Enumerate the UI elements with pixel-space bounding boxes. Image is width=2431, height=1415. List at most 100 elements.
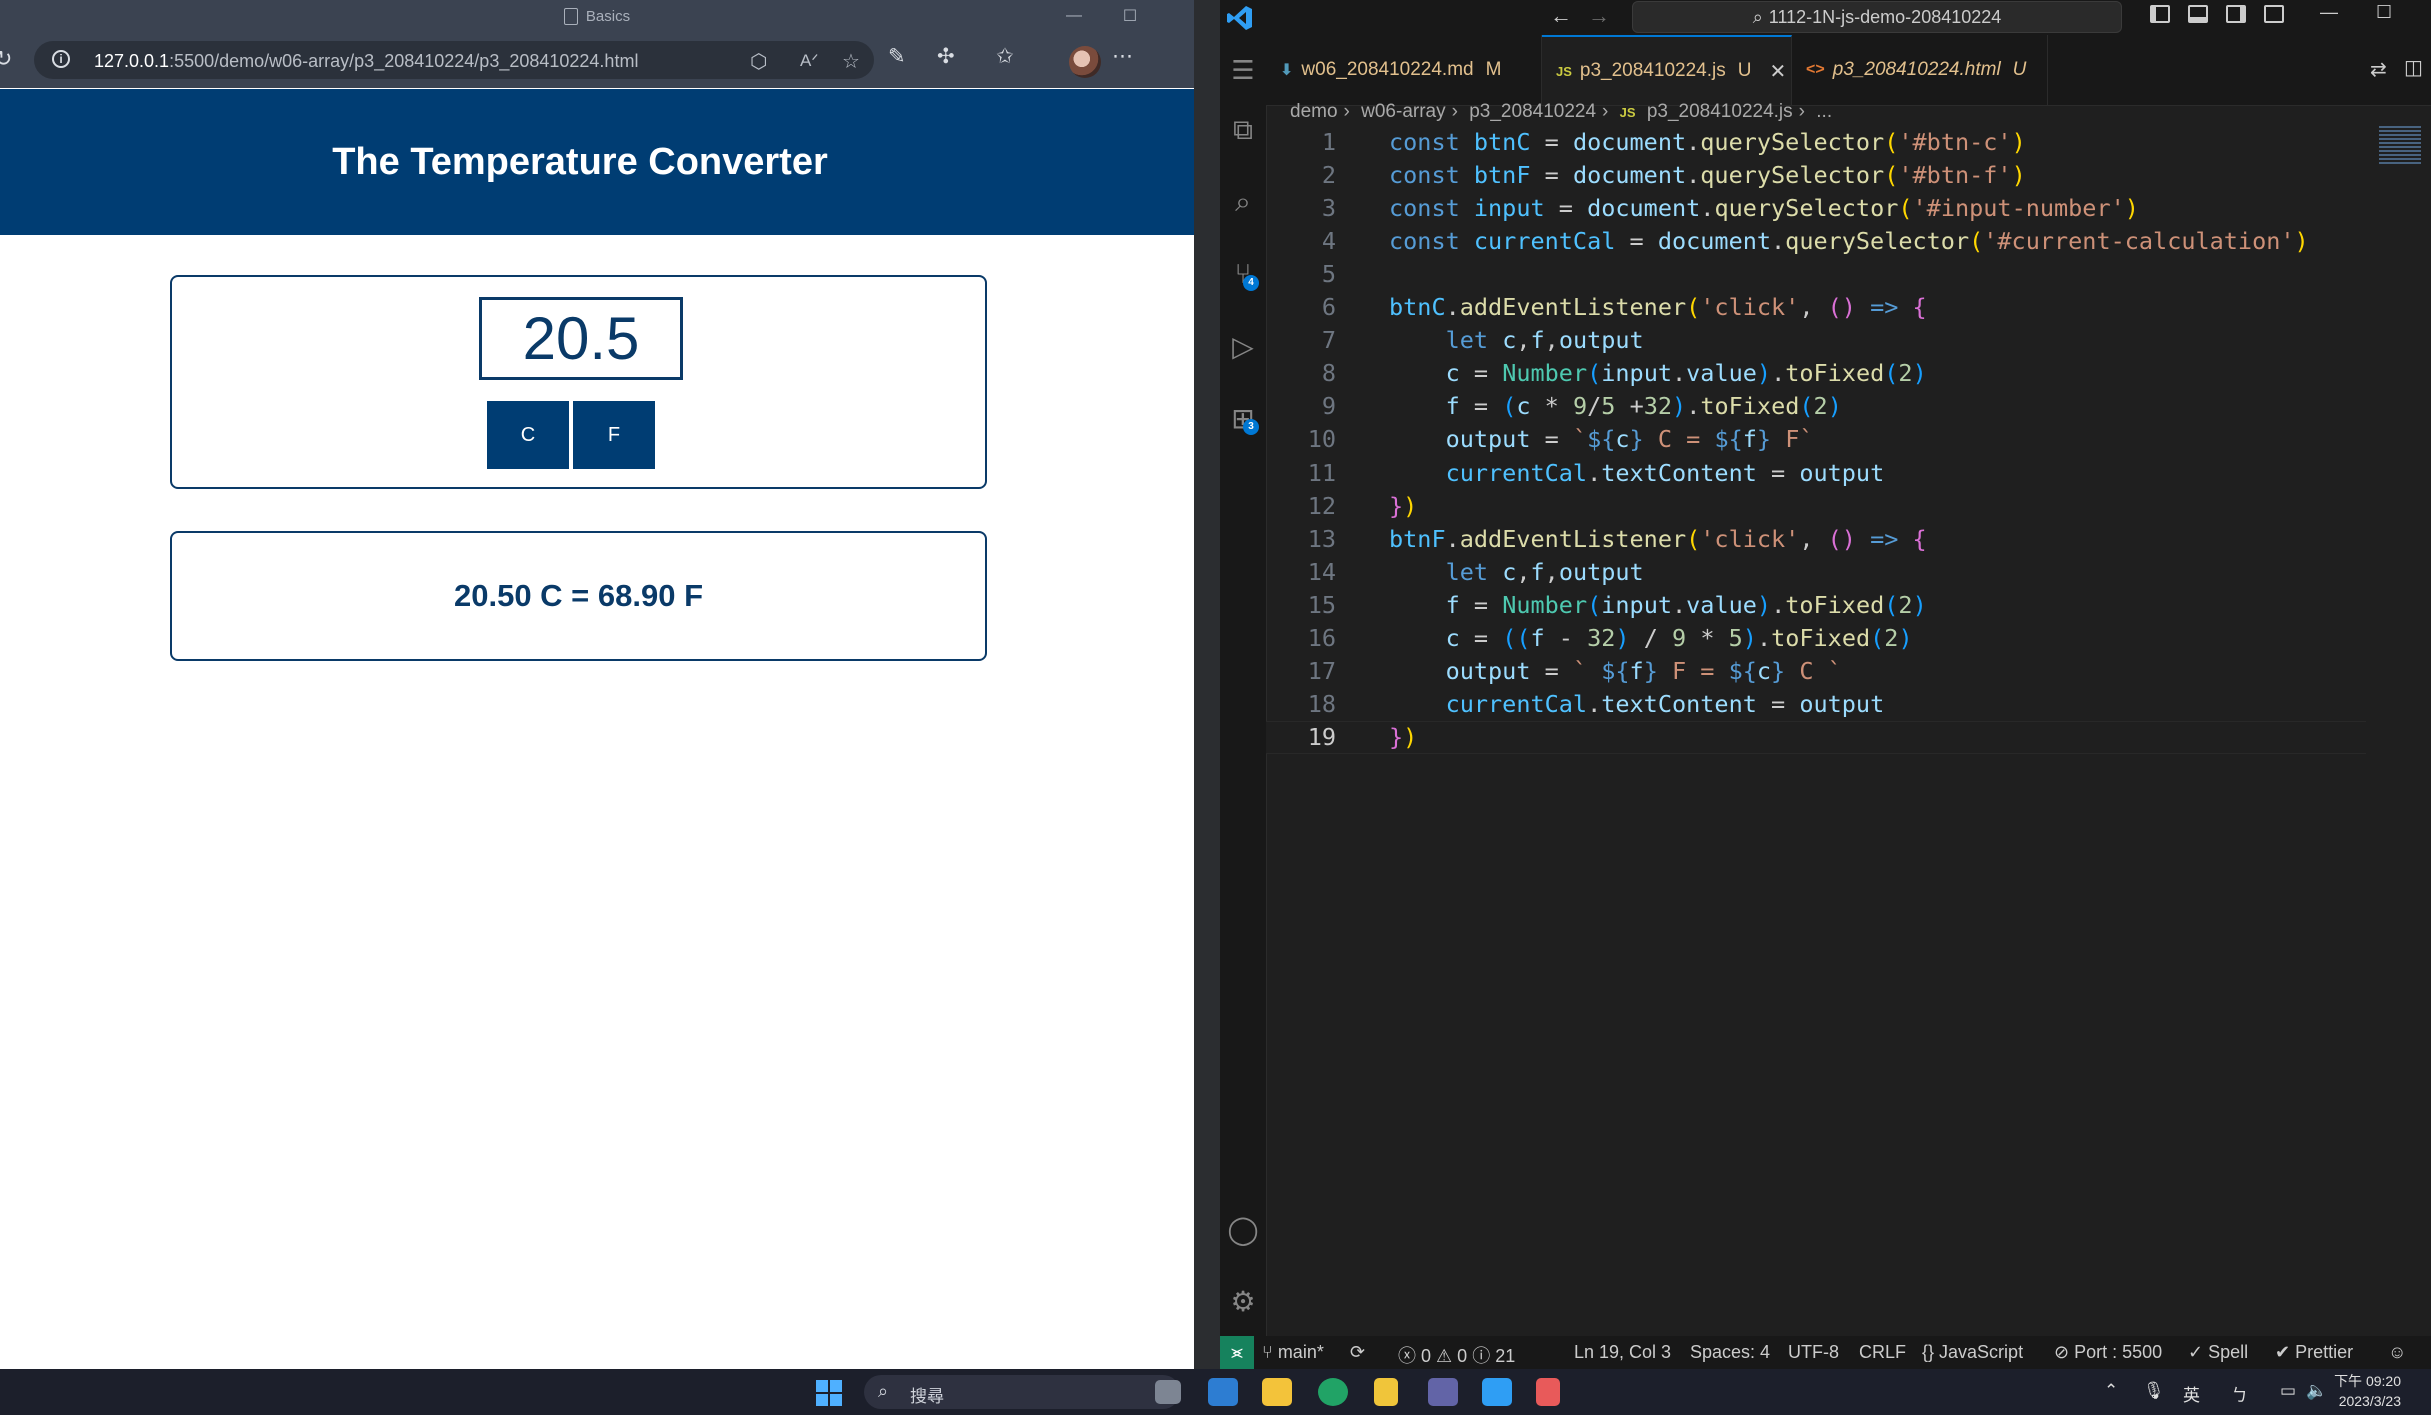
- mail-icon[interactable]: [1208, 1378, 1238, 1406]
- extensions-icon[interactable]: ⊞ 3: [1220, 395, 1266, 441]
- breadcrumb-item[interactable]: demo: [1290, 101, 1338, 122]
- search-label: 搜尋: [910, 1387, 944, 1406]
- volume-icon[interactable]: 🔈: [2306, 1381, 2327, 1401]
- tag-icon[interactable]: ⬡: [750, 49, 767, 74]
- toggle-sidebar-icon[interactable]: [2150, 5, 2170, 23]
- search-icon[interactable]: ⌕: [1220, 179, 1266, 225]
- system-clock[interactable]: 下午 09:20 2023/3/23: [2334, 1371, 2401, 1411]
- toggle-panel-icon[interactable]: [2188, 5, 2208, 23]
- code-line[interactable]: 6 btnC.addEventListener('click', () => {: [1266, 291, 2366, 324]
- code-editor[interactable]: 1 const btnC = document.querySelector('#b…: [1266, 126, 2386, 1336]
- problems-indicator[interactable]: ⓧ 0 ⚠ 0 ⓘ 21: [1398, 1342, 1515, 1368]
- more-icon[interactable]: ⋯: [1112, 44, 1133, 69]
- code-line[interactable]: 9 f = (c * 9/5 +32).toFixed(2): [1266, 390, 2366, 423]
- code-line[interactable]: 5: [1266, 258, 2366, 291]
- code-line[interactable]: 3 const input = document.querySelector('#…: [1266, 192, 2366, 225]
- menu-icon[interactable]: ☰: [1220, 47, 1266, 93]
- edge-browser-icon[interactable]: [1318, 1378, 1348, 1406]
- code-line[interactable]: 19}): [1266, 720, 2366, 754]
- notes-app-icon[interactable]: [1374, 1378, 1398, 1406]
- remote-indicator-icon[interactable]: ⪤: [1220, 1336, 1254, 1369]
- compare-changes-icon[interactable]: ⇄: [2370, 57, 2387, 82]
- url-text[interactable]: 127.0.0.1:5500/demo/w06-array/p3_2084102…: [94, 51, 638, 72]
- breadcrumb-item[interactable]: w06-array: [1361, 101, 1445, 122]
- code-line[interactable]: 18 currentCal.textContent = output: [1266, 688, 2366, 721]
- minimize-icon[interactable]: —: [2320, 2, 2338, 23]
- fahrenheit-button[interactable]: F: [573, 401, 655, 469]
- run-debug-icon[interactable]: ▷: [1220, 323, 1266, 369]
- code-line[interactable]: 8 c = Number(input.value).toFixed(2): [1266, 357, 2366, 390]
- forward-arrow-icon[interactable]: →: [1588, 3, 1610, 29]
- vscode-taskbar-icon[interactable]: [1482, 1378, 1512, 1406]
- site-info-icon[interactable]: i: [52, 50, 70, 68]
- windows-start-icon[interactable]: [816, 1380, 842, 1406]
- breadcrumb-item[interactable]: p3_208410224.js: [1647, 101, 1793, 122]
- close-icon[interactable]: ✕: [1769, 59, 1786, 84]
- code-text: c = Number(input.value).toFixed(2): [1445, 359, 1927, 388]
- code-line[interactable]: 7 let c,f,output: [1266, 324, 2366, 357]
- code-line[interactable]: 1 const btnC = document.querySelector('#b…: [1266, 126, 2366, 159]
- explorer-icon[interactable]: ⧉: [1220, 107, 1266, 153]
- network-icon[interactable]: ▭: [2280, 1381, 2296, 1401]
- code-line[interactable]: 2 const btnF = document.querySelector('#b…: [1266, 159, 2366, 192]
- code-line[interactable]: 12}): [1266, 490, 2366, 523]
- code-line[interactable]: 11 currentCal.textContent = output: [1266, 457, 2366, 490]
- favorites-icon[interactable]: ✩: [996, 44, 1014, 69]
- input-method[interactable]: 英: [2183, 1381, 2200, 1406]
- live-server-port[interactable]: ⊘ Port : 5500: [2054, 1342, 2162, 1363]
- read-aloud-icon[interactable]: Aᐟ: [800, 51, 819, 71]
- prettier-status[interactable]: ✔ Prettier: [2275, 1342, 2353, 1363]
- accounts-icon[interactable]: ◯: [1220, 1206, 1266, 1252]
- code-line[interactable]: 10 output = `${c} C = ${f} F`: [1266, 423, 2366, 456]
- line-ending[interactable]: CRLF: [1859, 1342, 1906, 1363]
- sync-icon[interactable]: ⟳: [1350, 1342, 1365, 1363]
- code-text: let c,f,output: [1445, 326, 1644, 355]
- teams-icon[interactable]: [1428, 1378, 1458, 1406]
- code-line[interactable]: 4 const currentCal = document.querySelect…: [1266, 225, 2366, 258]
- minimap[interactable]: [2379, 126, 2421, 166]
- tab-js-file[interactable]: JS p3_208410224.js U ✕: [1542, 35, 1792, 105]
- cursor-position[interactable]: Ln 19, Col 3: [1574, 1342, 1671, 1363]
- microphone-muted-icon[interactable]: 🎙: [2143, 1381, 2165, 1401]
- add-favorite-icon[interactable]: ☆: [842, 49, 860, 74]
- line-number: 11: [1307, 458, 1336, 487]
- back-arrow-icon[interactable]: ←: [1550, 3, 1572, 29]
- reload-icon[interactable]: ↻: [0, 46, 12, 72]
- address-bar[interactable]: i 127.0.0.1:5500/demo/w06-array/p3_20841…: [34, 41, 874, 79]
- profile-avatar[interactable]: [1069, 46, 1101, 78]
- toggle-secondary-sidebar-icon[interactable]: [2226, 5, 2246, 23]
- branch-indicator[interactable]: ⑂ main*: [1262, 1342, 1324, 1363]
- snipping-tool-icon[interactable]: [1536, 1378, 1560, 1406]
- tab-html-file[interactable]: <> p3_208410224.html U: [1792, 35, 2048, 105]
- celsius-button[interactable]: C: [487, 401, 569, 469]
- language-mode[interactable]: {} JavaScript: [1922, 1342, 2023, 1363]
- extension-icon[interactable]: ✎: [888, 44, 906, 69]
- settings-gear-icon[interactable]: ⚙: [1220, 1278, 1266, 1324]
- ime-mode-icon[interactable]: ㄅ: [2231, 1381, 2248, 1406]
- code-line[interactable]: 16 c = ((f - 32) / 9 * 5).toFixed(2): [1266, 622, 2366, 655]
- command-center[interactable]: ⌕ 1112-1N-js-demo-208410224: [1632, 1, 2122, 33]
- temperature-input[interactable]: [479, 297, 683, 380]
- taskbar-search[interactable]: ⌕ 搜尋: [864, 1375, 1180, 1409]
- maximize-icon[interactable]: ☐: [2376, 2, 2392, 23]
- spell-check[interactable]: ✓ Spell: [2188, 1342, 2248, 1363]
- code-line[interactable]: 15 f = Number(input.value).toFixed(2): [1266, 589, 2366, 622]
- minimize-icon[interactable]: —: [1056, 0, 1092, 32]
- breadcrumb-item[interactable]: ...: [1816, 101, 1832, 122]
- maximize-icon[interactable]: ☐: [1112, 0, 1148, 32]
- split-editor-icon[interactable]: ◫: [2404, 55, 2423, 80]
- source-control-icon[interactable]: ⑂ 4: [1220, 251, 1266, 297]
- puzzle-icon[interactable]: ✣: [937, 44, 955, 69]
- indentation[interactable]: Spaces: 4: [1690, 1342, 1770, 1363]
- feedback-icon[interactable]: ☺: [2388, 1342, 2406, 1363]
- tab-md-file[interactable]: ⬇ w06_208410224.md M: [1266, 35, 1542, 105]
- tray-overflow-icon[interactable]: ⌃: [2104, 1381, 2118, 1401]
- customize-layout-icon[interactable]: [2264, 5, 2284, 23]
- task-view-icon[interactable]: [1155, 1380, 1181, 1404]
- code-line[interactable]: 13 btnF.addEventListener('click', () => {: [1266, 523, 2366, 556]
- code-line[interactable]: 17 output = ` ${f} F = ${c} C `: [1266, 655, 2366, 688]
- file-explorer-icon[interactable]: [1262, 1378, 1292, 1406]
- breadcrumb-item[interactable]: p3_208410224: [1469, 101, 1596, 122]
- code-line[interactable]: 14 let c,f,output: [1266, 556, 2366, 589]
- encoding[interactable]: UTF-8: [1788, 1342, 1839, 1363]
